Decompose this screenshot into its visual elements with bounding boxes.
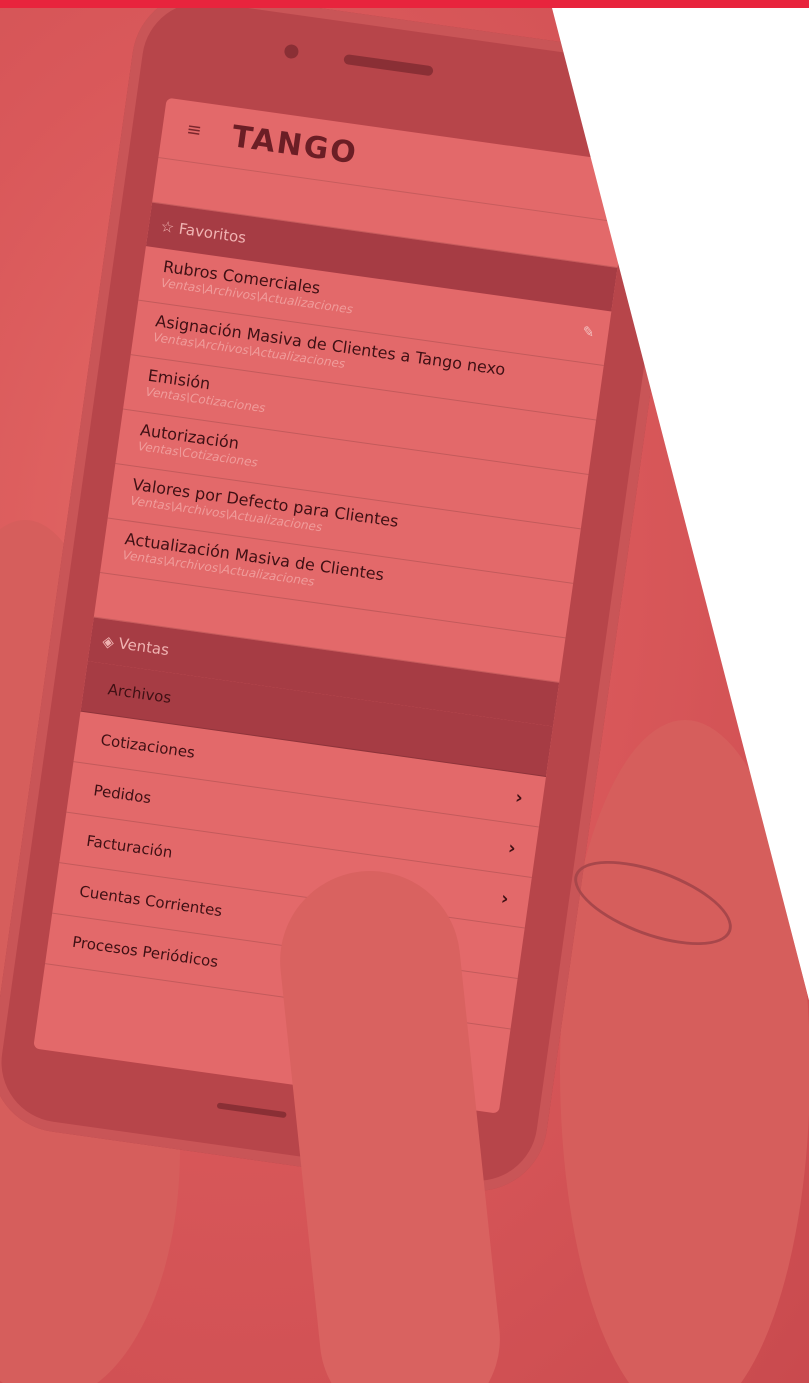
tag-icon: ◈	[101, 632, 116, 652]
chevron-right-icon: ›	[513, 787, 525, 809]
star-icon: ☆	[159, 217, 176, 237]
speaker-grille	[343, 53, 434, 77]
menu-item-label: Facturación	[85, 831, 174, 862]
menu-item-label: Cotizaciones	[99, 730, 197, 762]
menu-item-label: Procesos Periódicos	[71, 932, 220, 972]
menu-item-label: Pedidos	[92, 781, 153, 808]
ventas-label: Ventas	[117, 634, 171, 660]
front-camera	[283, 43, 300, 60]
menu-item-label: Cuentas Corrientes	[78, 882, 224, 921]
chevron-right-icon: ›	[506, 837, 518, 860]
home-button	[216, 1102, 287, 1119]
tango-logo: TANGO	[229, 119, 360, 172]
accent-bar	[0, 0, 809, 8]
chevron-right-icon: ›	[499, 888, 510, 910]
menu-item-label: Archivos	[106, 680, 173, 707]
hero-image: ≡ TANGO ☆ Favoritos Rubros Comerciales V…	[0, 0, 809, 1383]
hamburger-icon[interactable]: ≡	[185, 119, 203, 142]
edit-icon[interactable]: ✎	[581, 324, 595, 341]
favoritos-label: Favoritos	[177, 219, 248, 247]
